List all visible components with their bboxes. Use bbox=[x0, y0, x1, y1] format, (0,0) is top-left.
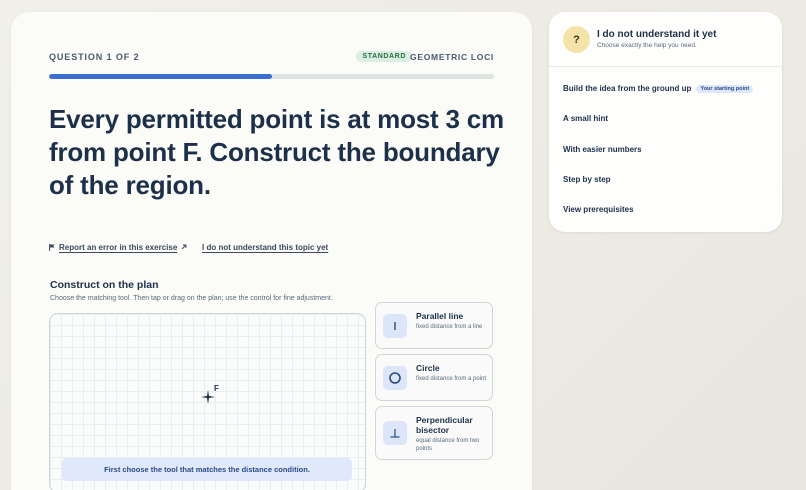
question-title: Every permitted point is at most 3 cm fr… bbox=[49, 104, 504, 200]
tool-title: Circle bbox=[416, 363, 440, 373]
tool-desc: equal distance from two points bbox=[416, 438, 480, 452]
starting-point-badge: Your starting point bbox=[696, 85, 754, 93]
progress-fill bbox=[49, 74, 272, 79]
tool-circle[interactable]: Circle fixed distance from a point bbox=[375, 354, 493, 401]
question-header: QUESTION 1 OF 2 STANDARD GEOMETRIC LOCI bbox=[49, 51, 494, 66]
external-link-icon bbox=[181, 244, 187, 250]
tool-perpendicular-bisector[interactable]: Perpendicular bisector equal distance fr… bbox=[375, 406, 493, 460]
tool-desc: fixed distance from a line bbox=[416, 324, 483, 330]
question-counter: QUESTION 1 OF 2 bbox=[49, 52, 140, 62]
help-subtitle: Choose exactly the help you need. bbox=[597, 42, 697, 49]
not-understand-topic-link[interactable]: I do not understand this topic yet bbox=[202, 243, 328, 252]
tool-desc: fixed distance from a point bbox=[416, 376, 487, 382]
progress-bar bbox=[49, 74, 494, 79]
help-option-step-by-step[interactable]: Step by step bbox=[563, 175, 773, 189]
construct-subtitle: Choose the matching tool. Then tap or dr… bbox=[50, 295, 333, 302]
tool-title: Perpendicular bisector bbox=[416, 415, 473, 435]
help-option-prerequisites[interactable]: View prerequisites bbox=[563, 205, 773, 219]
help-option-easier-numbers[interactable]: With easier numbers bbox=[563, 145, 773, 159]
report-error-link[interactable]: Report an error in this exercise bbox=[49, 243, 187, 252]
tool-parallel-line[interactable]: Parallel line fixed distance from a line bbox=[375, 302, 493, 349]
level-badge: STANDARD bbox=[356, 51, 412, 62]
construction-plan[interactable]: F First choose the tool that matches the… bbox=[49, 313, 366, 490]
report-error-label: Report an error in this exercise bbox=[59, 243, 178, 252]
help-option-small-hint[interactable]: A small hint bbox=[563, 114, 773, 128]
construct-title: Construct on the plan bbox=[50, 279, 159, 291]
parallel-line-icon bbox=[383, 314, 407, 338]
topic-label: GEOMETRIC LOCI bbox=[410, 52, 494, 62]
help-option-ground-up[interactable]: Build the idea from the ground up Your st… bbox=[563, 84, 773, 98]
point-f-label: F bbox=[214, 384, 219, 393]
circle-icon bbox=[383, 366, 407, 390]
tool-title: Parallel line bbox=[416, 311, 464, 321]
question-card: QUESTION 1 OF 2 STANDARD GEOMETRIC LOCI … bbox=[11, 12, 532, 490]
help-title: I do not understand it yet bbox=[597, 29, 717, 40]
plan-hint: First choose the tool that matches the d… bbox=[62, 458, 352, 481]
help-panel: ? I do not understand it yet Choose exac… bbox=[549, 12, 782, 232]
perpendicular-icon bbox=[383, 421, 407, 445]
flag-icon bbox=[49, 244, 55, 251]
help-option-label: Build the idea from the ground up bbox=[563, 84, 692, 93]
question-mark-icon: ? bbox=[563, 26, 590, 53]
help-header: ? I do not understand it yet Choose exac… bbox=[549, 12, 782, 67]
